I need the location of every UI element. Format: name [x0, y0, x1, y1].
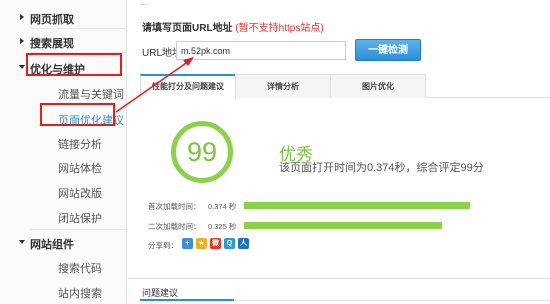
page-root: 网页抓取 搜索展现 优化与维护 流量与关键词 页面优化建议 链接分析 网站体检 …	[0, 0, 550, 304]
annotation-arrow	[115, 57, 194, 113]
